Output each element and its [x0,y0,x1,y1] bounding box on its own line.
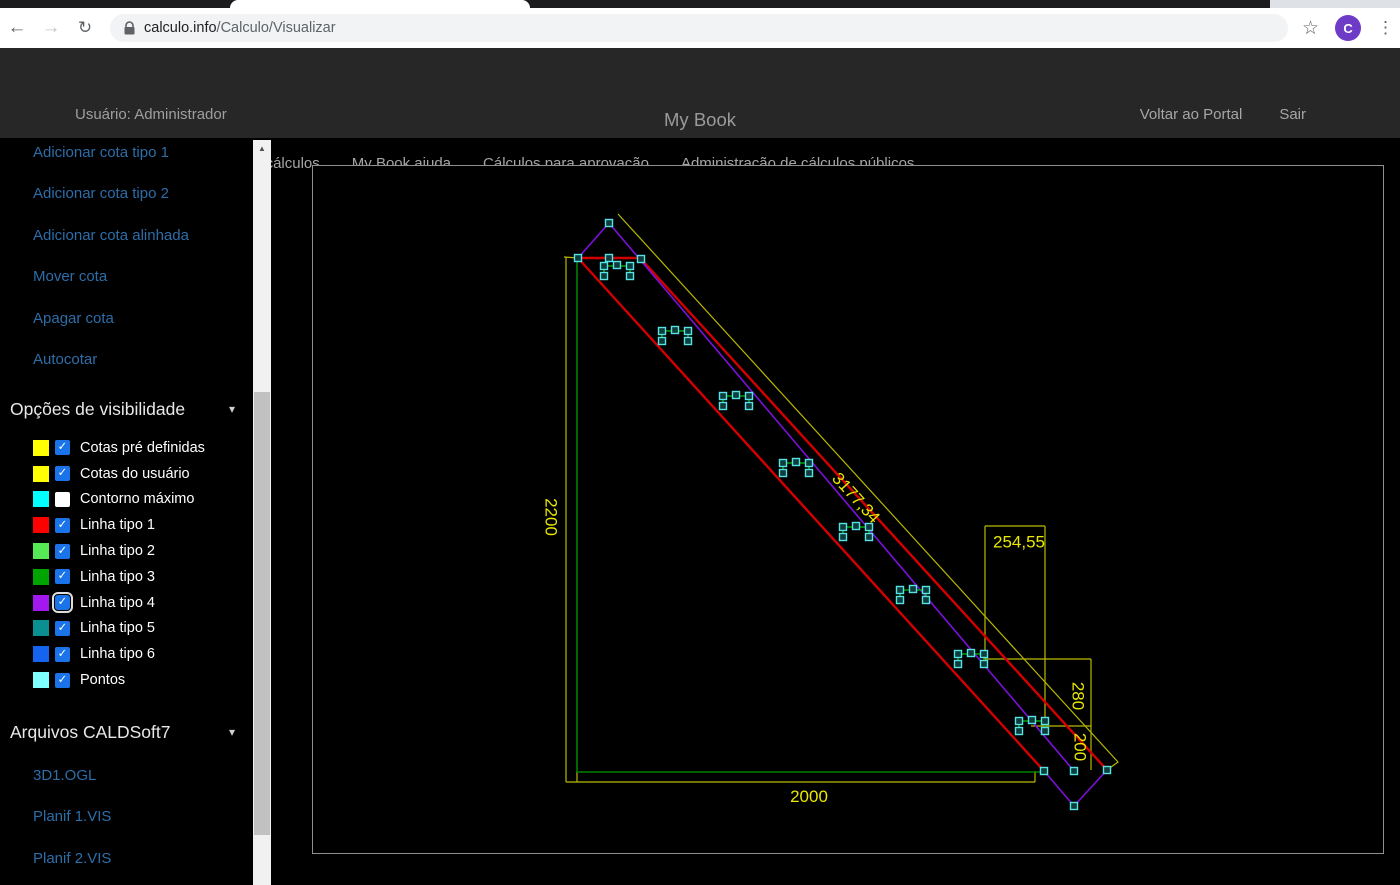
logout-link[interactable]: Sair [1279,106,1306,123]
dim-label-2000: 2000 [790,787,828,806]
sidebar-file-link[interactable]: 3D1.OGL [33,766,253,786]
visibility-option-row: ✓ Cotas pré definidas [0,435,253,461]
visibility-option-label: Linha tipo 6 [80,646,155,662]
browser-menu-icon[interactable]: ⋮ [1377,18,1394,38]
file-list: 3D1.OGLPlanif 1.VISPlanif 2.VISVistaxy.V… [0,743,253,885]
dim-label-200: 200 [1071,733,1090,761]
visibility-option-label: Linha tipo 2 [80,543,155,559]
sidebar: Adicionar cota tipo 1 Adicionar cota tipo… [0,138,253,885]
color-swatch [33,517,49,533]
portal-link[interactable]: Voltar ao Portal [1140,106,1243,123]
visibility-option-row: ✓ Linha tipo 1 [0,512,253,538]
visibility-checkbox[interactable]: ✓ [55,595,70,610]
color-swatch [33,595,49,611]
visibility-option-label: Linha tipo 1 [80,517,155,533]
tab-strip-right-area [1270,0,1400,8]
scrollbar-thumb[interactable] [254,392,270,835]
visibility-checkbox[interactable]: ✓ [55,518,70,533]
cad-drawing: 2200 2000 3177,34 254,55 280 200 [313,166,1385,855]
url-path: /Calculo/Visualizar [217,20,336,36]
visibility-option-row: ✓ Linha tipo 6 [0,641,253,667]
visibility-checkbox[interactable]: ✓ [55,440,70,455]
forward-arrow-icon: → [42,17,61,38]
forward-button[interactable]: → [34,17,68,39]
sidebar-tool-link[interactable]: Autocotar [33,350,253,370]
visibility-option-row: ✓ Pontos [0,667,253,693]
visibility-checkbox[interactable]: ✓ [55,569,70,584]
visibility-option-label: Cotas do usuário [80,466,190,482]
lock-icon [124,21,135,35]
visibility-option-label: Linha tipo 4 [80,595,155,611]
color-swatch [33,569,49,585]
back-button[interactable]: ← [0,17,34,39]
visibility-checkbox[interactable]: ✓ [55,621,70,636]
address-bar[interactable]: calculo.info/Calculo/Visualizar [110,14,1288,42]
files-section-title: Arquivos CALDSoft7 [10,721,171,743]
visibility-option-label: Pontos [80,672,125,688]
color-swatch [33,491,49,507]
visibility-option-label: Linha tipo 3 [80,569,155,585]
visibility-checkbox[interactable]: ✓ [55,466,70,481]
visibility-options: ✓ Cotas pré definidas ✓ Cotas do usuário Con… [0,435,253,693]
visibility-option-row: Contorno máximo [0,487,253,513]
visibility-section-title: Opções de visibilidade [10,398,185,420]
sidebar-tool-link[interactable]: Adicionar cota tipo 2 [33,184,253,204]
visibility-checkbox[interactable] [55,492,70,507]
dim-label-280: 280 [1069,682,1088,710]
files-section-header[interactable]: Arquivos CALDSoft7 ▾ [0,721,253,743]
sidebar-tool-link[interactable]: Adicionar cota alinhada [33,226,253,246]
sidebar-file-link[interactable]: Planif 1.VIS [33,807,253,827]
visibility-option-label: Linha tipo 5 [80,620,155,636]
sidebar-tool-link[interactable]: Apagar cota [33,309,253,329]
drawing-canvas[interactable]: 2200 2000 3177,34 254,55 280 200 [312,165,1384,854]
bookmark-star-icon[interactable]: ☆ [1302,17,1319,40]
color-swatch [33,646,49,662]
visibility-checkbox[interactable]: ✓ [55,673,70,688]
sidebar-file-link[interactable]: Planif 2.VIS [33,849,253,869]
sidebar-scrollbar[interactable]: ▲ [253,140,271,885]
visibility-option-label: Cotas pré definidas [80,440,205,456]
color-swatch [33,543,49,559]
visibility-section-header[interactable]: Opções de visibilidade ▾ [0,398,253,420]
sidebar-tool-link[interactable]: Mover cota [33,267,253,287]
visibility-checkbox[interactable]: ✓ [55,647,70,662]
dim-label-diagonal: 3177,34 [828,469,884,527]
reload-button[interactable]: ↻ [68,18,102,38]
reload-icon: ↻ [78,18,92,37]
dimension-lines [564,214,1118,782]
color-swatch [33,466,49,482]
lines-red [578,258,1107,771]
visibility-option-row: ✓ Linha tipo 3 [0,564,253,590]
visibility-option-row: ✓ Cotas do usuário [0,461,253,487]
active-tab[interactable] [230,0,530,8]
step-markers [601,262,1049,735]
dim-label-2200: 2200 [542,498,561,536]
color-swatch [33,440,49,456]
visibility-option-row: ✓ Linha tipo 2 [0,538,253,564]
visibility-checkbox[interactable]: ✓ [55,544,70,559]
color-swatch [33,672,49,688]
lines-purple [578,223,1107,806]
color-swatch [33,620,49,636]
chevron-down-icon: ▾ [229,721,235,743]
app-header: Usuário: Administrador My Book Voltar ao… [0,48,1400,138]
sidebar-tool-link[interactable]: Adicionar cota tipo 1 [33,143,253,163]
dim-label-offset: 254,55 [993,533,1045,552]
url-host: calculo.info [144,20,217,36]
visibility-option-label: Contorno máximo [80,491,194,507]
back-arrow-icon: ← [8,17,27,38]
profile-avatar[interactable]: C [1335,15,1361,41]
tool-list: Adicionar cota tipo 1 Adicionar cota tipo… [0,138,253,370]
visibility-option-row: ✓ Linha tipo 4 [0,590,253,616]
browser-tab-strip [0,0,1400,8]
browser-toolbar: ← → ↻ calculo.info/Calculo/Visualizar ☆ … [0,8,1400,48]
chevron-down-icon: ▾ [229,398,235,420]
visibility-option-row: ✓ Linha tipo 5 [0,616,253,642]
scroll-up-arrow-icon[interactable]: ▲ [253,140,271,156]
